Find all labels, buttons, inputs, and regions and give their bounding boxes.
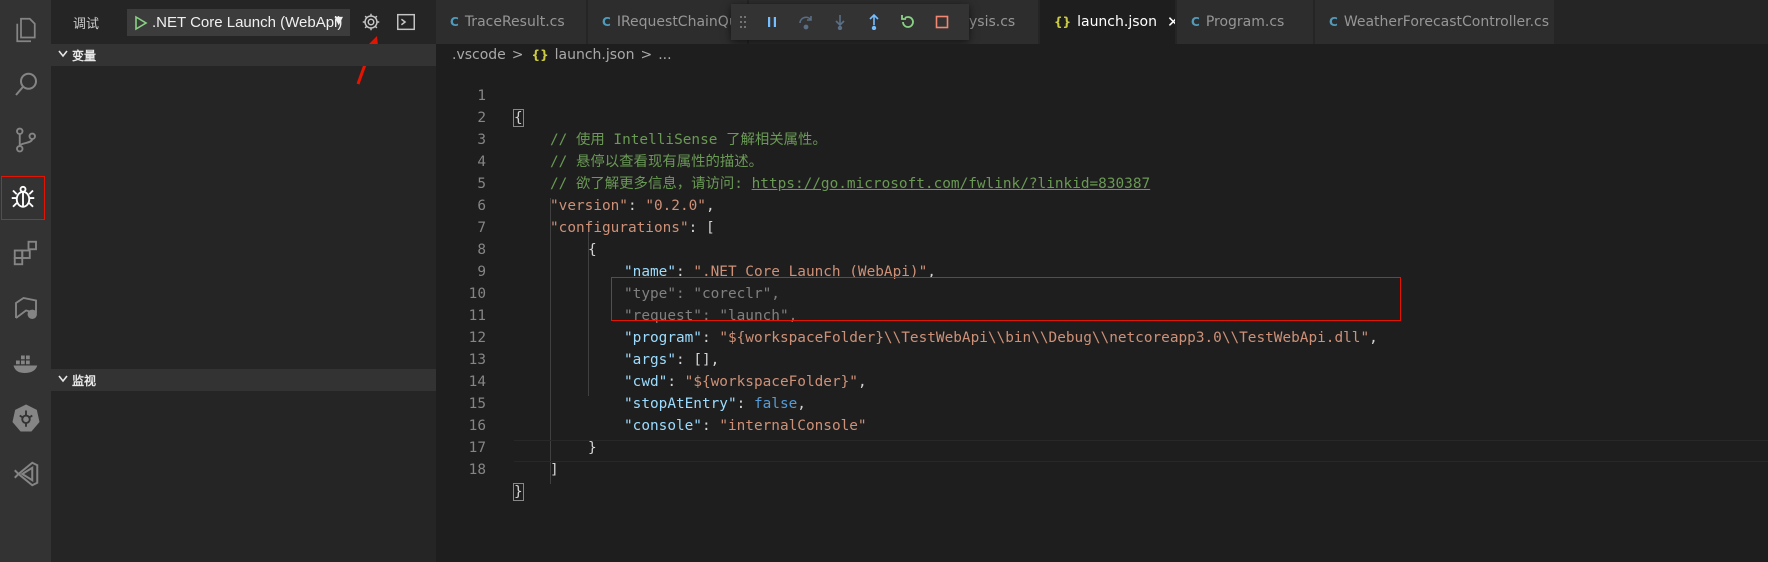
tab-traceresult[interactable]: C TraceResult.cs	[436, 0, 587, 44]
csharp-file-icon: C	[1191, 15, 1200, 29]
json-file-icon: {}	[531, 48, 549, 62]
start-debugging-icon[interactable]	[132, 15, 150, 31]
tab-program[interactable]: C Program.cs	[1177, 0, 1314, 44]
tab-label: Program.cs	[1205, 14, 1285, 30]
code-line: 13 "cwd": "${workspaceFolder}",	[436, 327, 1768, 390]
csharp-file-icon: C	[450, 15, 459, 29]
code-editor[interactable]: 1 { 2 // 使用 IntelliSense 了解相关属性。 3 // 悬停…	[436, 66, 1768, 562]
chevron-down-icon	[54, 375, 72, 386]
stop-icon[interactable]	[925, 7, 959, 37]
debug-toolbar-header: 调试 .NET Core Launch (WebApi) ▼	[51, 0, 436, 85]
code-line: 16 }	[436, 393, 1768, 456]
code-line: 2 // 使用 IntelliSense 了解相关属性。	[436, 85, 1768, 148]
code-line: 1 {	[436, 63, 1768, 127]
debug-sidebar: 调试 .NET Core Launch (WebApi) ▼ 变量 监视	[51, 0, 436, 562]
explorer-icon[interactable]	[0, 6, 51, 54]
launch-config-label: .NET Core Launch (WebApi)	[152, 14, 343, 31]
breadcrumb-file[interactable]: launch.json	[555, 47, 635, 63]
breadcrumb-tail[interactable]: ...	[658, 47, 671, 63]
kubernetes-icon[interactable]	[0, 394, 51, 442]
floating-debug-toolbar	[731, 4, 969, 40]
drag-handle-icon[interactable]	[731, 15, 755, 29]
chevron-down-icon: ▼	[334, 14, 343, 27]
variables-section-header[interactable]: 变量	[51, 44, 436, 66]
tab-label: TraceResult.cs	[464, 14, 565, 30]
tab-launch-json[interactable]: {} launch.json ✕	[1040, 0, 1176, 44]
code-text: ]	[550, 462, 559, 478]
extensions-icon[interactable]	[0, 229, 51, 277]
step-out-icon[interactable]	[857, 7, 891, 37]
code-line: 9 "type": "coreclr",	[436, 239, 1768, 302]
json-file-icon: {}	[1054, 15, 1072, 29]
search-icon[interactable]	[0, 61, 51, 109]
close-icon[interactable]: ✕	[1167, 13, 1175, 31]
tab-label: WeatherForecastController.cs	[1343, 14, 1550, 30]
watch-section-header[interactable]: 监视	[51, 369, 436, 391]
visual-studio-icon[interactable]	[0, 450, 51, 498]
code-line: 18 }	[436, 437, 1768, 501]
watch-label: 监视	[72, 373, 97, 388]
debug-icon[interactable]	[1, 176, 45, 220]
debug-view-title: 调试	[73, 17, 100, 32]
source-control-icon[interactable]	[0, 116, 51, 164]
launch-config-select[interactable]: .NET Core Launch (WebApi) ▼	[127, 9, 350, 36]
remote-explorer-icon[interactable]	[0, 284, 51, 332]
breadcrumb-separator: >	[640, 47, 653, 63]
tab-label: ysis.cs	[969, 14, 1016, 30]
editor-tabs: C TraceResult.cs C IRequestChainQu ysis.…	[436, 0, 1768, 44]
variables-label: 变量	[72, 48, 97, 63]
tab-label: IRequestChainQu	[616, 14, 738, 30]
code-line: 5 "version": "0.2.0",	[436, 151, 1768, 214]
code-text: }	[513, 483, 524, 501]
line-number: 18	[468, 462, 486, 478]
code-line: 3 // 悬停以查看现有属性的描述。	[436, 107, 1768, 170]
code-line: 8 "name": ".NET Core Launch (WebApi)",	[436, 217, 1768, 280]
chevron-down-icon	[54, 50, 72, 61]
activity-bar	[0, 0, 51, 562]
code-line: 17 ]	[436, 415, 1768, 478]
code-line: 6 "configurations": [	[436, 173, 1768, 236]
code-line: 4 // 欲了解更多信息，请访问: https://go.microsoft.c…	[436, 129, 1768, 192]
breadcrumb-separator: >	[511, 47, 524, 63]
csharp-file-icon: C	[602, 15, 611, 29]
step-over-icon[interactable]	[789, 7, 823, 37]
breadcrumb-folder[interactable]: .vscode	[452, 47, 506, 63]
tab-irequestchain[interactable]: C IRequestChainQu	[588, 0, 748, 44]
restart-icon[interactable]	[891, 7, 925, 37]
gear-icon[interactable]	[360, 11, 382, 33]
docker-icon[interactable]	[0, 339, 51, 387]
code-line: 14 "stopAtEntry": false,	[436, 349, 1768, 412]
csharp-file-icon: C	[1329, 15, 1338, 29]
tab-label: launch.json	[1077, 14, 1157, 30]
code-line: 15 "console": "internalConsole"	[436, 371, 1768, 434]
pause-icon[interactable]	[755, 7, 789, 37]
annotation-highlight-box	[611, 277, 1401, 321]
code-line: 7 {	[436, 195, 1768, 258]
tab-weatherforecast[interactable]: C WeatherForecastController.cs	[1315, 0, 1555, 44]
step-into-icon[interactable]	[823, 7, 857, 37]
debug-console-icon[interactable]	[395, 11, 417, 33]
